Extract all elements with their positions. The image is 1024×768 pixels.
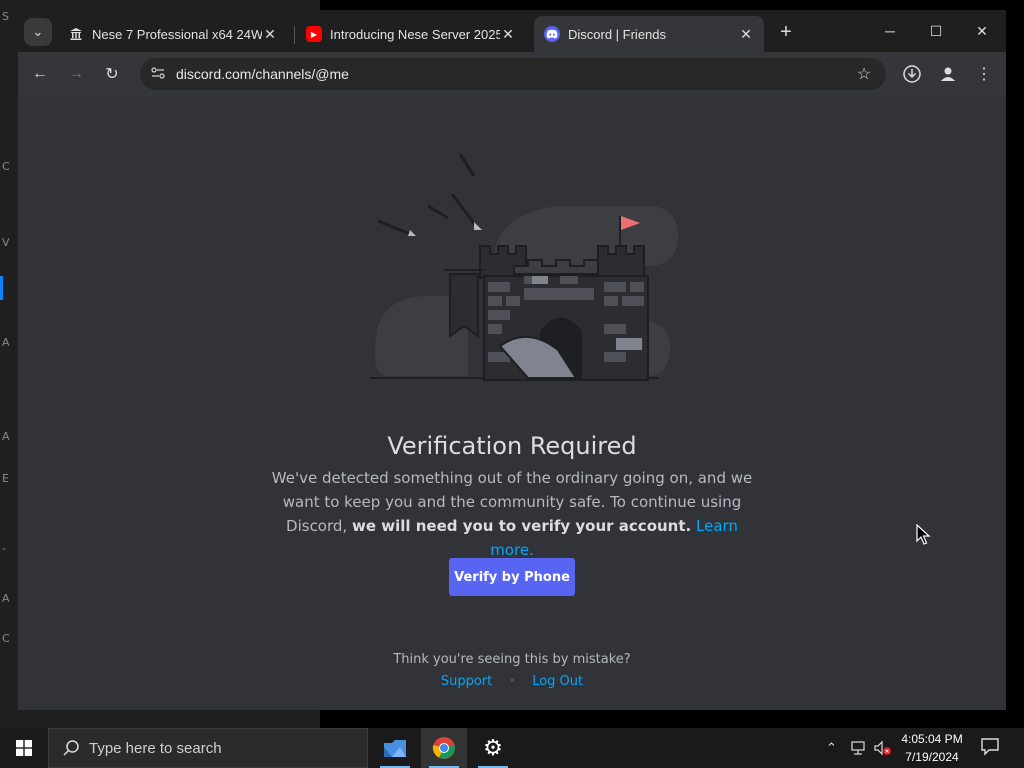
background-text-fragment: C xyxy=(2,632,10,645)
tab-strip: ⌄ Nese 7 Professional x64 24W4 ✕ ▶ Intro… xyxy=(18,10,1006,52)
chevron-down-icon: ⌄ xyxy=(32,24,44,39)
close-icon[interactable]: ✕ xyxy=(262,26,278,43)
desktop-edge xyxy=(1006,0,1024,728)
chevron-up-icon: ⌃ xyxy=(826,740,837,755)
background-text-fragment: - xyxy=(2,542,6,555)
address-bar[interactable]: discord.com/channels/@me ☆ xyxy=(140,58,886,90)
windows-logo-icon xyxy=(16,740,32,756)
profile-button[interactable] xyxy=(934,60,962,88)
tab-divider xyxy=(294,26,295,44)
tab-discord-friends[interactable]: Discord | Friends ✕ xyxy=(534,16,764,52)
verify-by-phone-button[interactable]: Verify by Phone xyxy=(449,558,575,596)
network-icon xyxy=(851,741,865,755)
forward-button[interactable]: → xyxy=(62,60,90,88)
background-text-fragment: V xyxy=(2,236,10,249)
clock-date: 7/19/2024 xyxy=(905,750,959,764)
action-center-button[interactable] xyxy=(980,736,1004,760)
close-window-button[interactable]: ✕ xyxy=(962,18,1002,44)
bank-icon xyxy=(68,26,84,42)
file-explorer-icon xyxy=(384,740,406,757)
maximize-icon: ☐ xyxy=(929,22,943,39)
reload-button[interactable]: ↻ xyxy=(98,60,126,88)
page-title: Verification Required xyxy=(387,432,637,460)
close-icon: ✕ xyxy=(976,22,988,39)
background-text-fragment: A xyxy=(2,592,10,605)
tab-nese-server[interactable]: ▶ Introducing Nese Server 2025 ✕ xyxy=(296,16,526,52)
link-separator: • xyxy=(508,674,517,689)
taskbar-clock[interactable]: 4:05:04 PM 7/19/2024 xyxy=(898,730,966,766)
reload-icon: ↻ xyxy=(105,66,119,83)
taskbar: Type here to search ⚙ ⌃ 4:05:04 PM 7/19/… xyxy=(0,728,1024,768)
minimize-icon: ─ xyxy=(885,23,895,39)
new-tab-button[interactable]: + xyxy=(774,20,798,44)
url-text[interactable]: discord.com/channels/@me xyxy=(176,66,850,82)
taskbar-settings[interactable]: ⚙ xyxy=(470,728,516,768)
network-tray-icon[interactable] xyxy=(850,728,868,768)
mistake-prompt: Think you're seeing this by mistake? xyxy=(393,652,631,667)
background-text-fragment: S xyxy=(2,10,9,23)
castle-illustration xyxy=(370,153,678,381)
tab-nese-professional[interactable]: Nese 7 Professional x64 24W4 ✕ xyxy=(58,16,288,52)
minimize-button[interactable]: ─ xyxy=(870,18,910,44)
notification-icon xyxy=(981,738,999,756)
volume-tray-icon[interactable] xyxy=(874,728,892,768)
search-icon xyxy=(63,740,79,756)
downloads-button[interactable] xyxy=(898,60,926,88)
background-text-fragment: A xyxy=(2,430,10,443)
youtube-icon: ▶ xyxy=(306,26,322,42)
browser-window: ⌄ Nese 7 Professional x64 24W4 ✕ ▶ Intro… xyxy=(18,10,1006,710)
tab-title: Nese 7 Professional x64 24W4 xyxy=(92,26,262,42)
mouse-cursor-icon xyxy=(916,524,931,545)
background-selection-indicator xyxy=(0,276,3,300)
discord-verification-page: Verification Required We've detected som… xyxy=(18,96,1006,710)
arrow-left-icon: ← xyxy=(32,65,48,82)
browser-toolbar: ← → ↻ discord.com/channels/@me ☆ ⋮ xyxy=(18,52,1006,96)
taskbar-file-explorer[interactable] xyxy=(372,728,418,768)
clock-time: 4:05:04 PM xyxy=(901,732,963,746)
taskbar-chrome[interactable] xyxy=(421,728,467,768)
site-settings-icon[interactable] xyxy=(148,66,168,82)
discord-icon xyxy=(544,26,560,42)
arrow-right-icon: → xyxy=(68,65,84,82)
start-button[interactable] xyxy=(0,728,48,768)
maximize-button[interactable]: ☐ xyxy=(916,18,956,44)
profile-icon xyxy=(941,67,955,81)
more-vert-icon: ⋮ xyxy=(976,66,992,83)
message-emphasis: we will need you to verify your account. xyxy=(351,517,692,535)
support-link[interactable]: Support xyxy=(441,674,492,689)
plus-icon: + xyxy=(780,20,792,43)
chrome-icon xyxy=(432,737,455,759)
gear-icon: ⚙ xyxy=(483,735,503,760)
taskbar-search-box[interactable]: Type here to search xyxy=(48,728,368,768)
verification-message: We've detected something out of the ordi… xyxy=(262,466,762,562)
background-text-fragment: A xyxy=(2,336,10,349)
logout-link[interactable]: Log Out xyxy=(532,674,583,689)
background-text-fragment: E xyxy=(2,472,9,485)
tab-title: Introducing Nese Server 2025 xyxy=(330,26,500,42)
menu-button[interactable]: ⋮ xyxy=(970,60,998,88)
search-placeholder: Type here to search xyxy=(89,739,222,757)
back-button[interactable]: ← xyxy=(26,60,54,88)
help-links: Support • Log Out xyxy=(18,674,1006,689)
tray-overflow-button[interactable]: ⌃ xyxy=(826,728,837,768)
download-icon xyxy=(903,65,921,83)
close-icon[interactable]: ✕ xyxy=(500,26,516,43)
close-icon[interactable]: ✕ xyxy=(738,26,754,43)
background-text-fragment: C xyxy=(2,160,10,173)
tab-search-button[interactable]: ⌄ xyxy=(24,18,52,46)
tab-title: Discord | Friends xyxy=(568,26,667,42)
bookmark-star-icon[interactable]: ☆ xyxy=(850,64,878,84)
speaker-muted-icon xyxy=(874,740,891,756)
